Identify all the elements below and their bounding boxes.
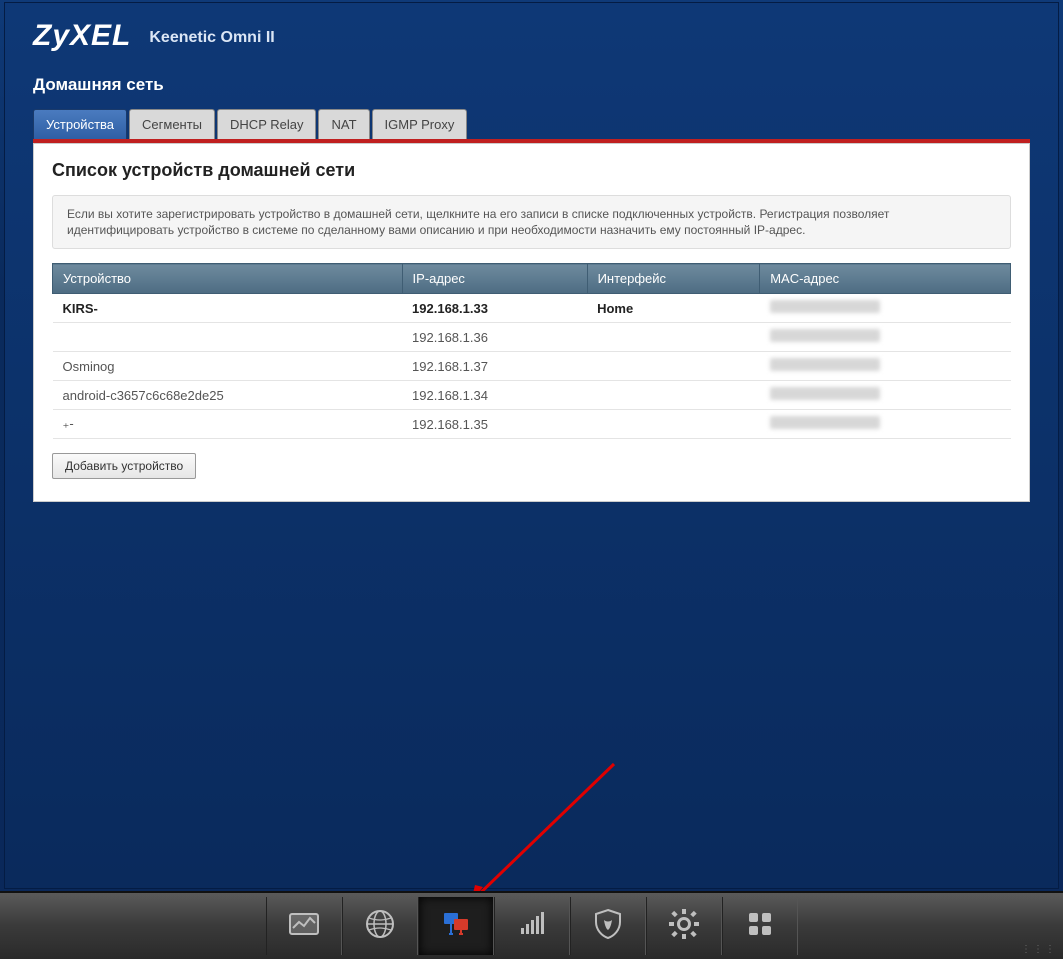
tab-nat[interactable]: NAT xyxy=(318,109,369,139)
cell-iface xyxy=(587,352,760,381)
shield-icon xyxy=(590,906,626,947)
globe-icon xyxy=(362,906,398,947)
col-mac[interactable]: MAC-адрес xyxy=(760,264,1011,294)
cell-ip: 192.168.1.37 xyxy=(402,352,587,381)
cell-iface xyxy=(587,381,760,410)
panel-heading: Список устройств домашней сети xyxy=(52,160,1011,181)
cell-mac xyxy=(760,352,1011,381)
nav-apps[interactable] xyxy=(722,897,798,955)
content-panel: Список устройств домашней сети Если вы х… xyxy=(33,143,1030,502)
model-name: Keenetic Omni II xyxy=(149,29,274,53)
col-ip[interactable]: IP-адрес xyxy=(402,264,587,294)
table-row[interactable]: android-c3657c6c68e2de25 192.168.1.34 xyxy=(53,381,1011,410)
table-row[interactable]: 192.168.1.36 xyxy=(53,323,1011,352)
cell-ip: 192.168.1.36 xyxy=(402,323,587,352)
cell-device: ₊- xyxy=(53,410,403,439)
cell-ip: 192.168.1.34 xyxy=(402,381,587,410)
tabs: Устройства Сегменты DHCP Relay NAT IGMP … xyxy=(5,109,1058,139)
cell-mac xyxy=(760,410,1011,439)
page-title: Домашняя сеть xyxy=(33,75,1030,95)
nav-network[interactable] xyxy=(418,897,494,955)
nav-wifi[interactable] xyxy=(494,897,570,955)
gear-icon xyxy=(666,906,702,947)
cell-iface xyxy=(587,410,760,439)
cell-ip: 192.168.1.35 xyxy=(402,410,587,439)
info-box: Если вы хотите зарегистрировать устройст… xyxy=(52,195,1011,249)
resize-grip: ⋮⋮⋮ xyxy=(1021,944,1057,955)
devices-table: Устройство IP-адрес Интерфейс MAC-адрес … xyxy=(52,263,1011,439)
nav-dashboard[interactable] xyxy=(266,897,342,955)
table-row[interactable]: ₊- 192.168.1.35 xyxy=(53,410,1011,439)
tab-devices[interactable]: Устройства xyxy=(33,109,127,139)
main-area: ZyXEL Keenetic Omni II Домашняя сеть Уст… xyxy=(4,2,1059,889)
cell-device: KIRS- xyxy=(53,294,403,323)
bottom-nav-bar: ⋮⋮⋮ xyxy=(0,891,1063,959)
tab-segments[interactable]: Сегменты xyxy=(129,109,215,139)
cell-device xyxy=(53,323,403,352)
brand-logo: ZyXEL xyxy=(33,19,131,53)
tab-dhcp-relay[interactable]: DHCP Relay xyxy=(217,109,316,139)
cell-ip: 192.168.1.33 xyxy=(402,294,587,323)
bottom-nav xyxy=(266,897,798,955)
add-device-button[interactable]: Добавить устройство xyxy=(52,453,196,479)
cell-iface: Home xyxy=(587,294,760,323)
cell-mac xyxy=(760,294,1011,323)
cell-mac xyxy=(760,323,1011,352)
wifi-icon xyxy=(514,906,550,947)
apps-icon xyxy=(742,906,778,947)
cell-mac xyxy=(760,381,1011,410)
network-icon xyxy=(438,906,474,947)
header: ZyXEL Keenetic Omni II Домашняя сеть xyxy=(5,3,1058,109)
nav-shield[interactable] xyxy=(570,897,646,955)
col-device[interactable]: Устройство xyxy=(53,264,403,294)
table-row[interactable]: Osminog 192.168.1.37 xyxy=(53,352,1011,381)
cell-iface xyxy=(587,323,760,352)
cell-device: Osminog xyxy=(53,352,403,381)
nav-globe[interactable] xyxy=(342,897,418,955)
dashboard-icon xyxy=(286,906,322,947)
cell-device: android-c3657c6c68e2de25 xyxy=(53,381,403,410)
tab-igmp-proxy[interactable]: IGMP Proxy xyxy=(372,109,468,139)
table-row[interactable]: KIRS- 192.168.1.33 Home xyxy=(53,294,1011,323)
nav-settings[interactable] xyxy=(646,897,722,955)
col-interface[interactable]: Интерфейс xyxy=(587,264,760,294)
